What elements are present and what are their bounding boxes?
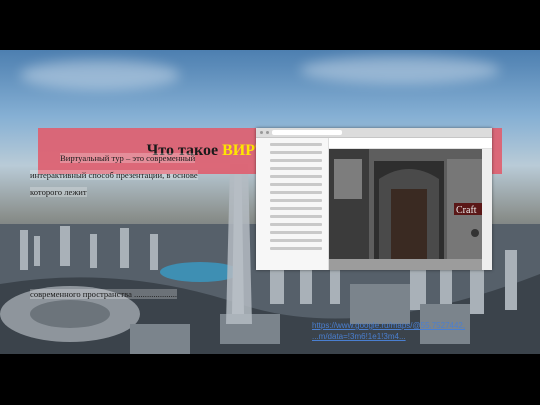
body-line: интерактивный способ презентации, в осно… xyxy=(30,170,198,180)
source-link[interactable]: https://www.google.ru/maps/@55.7527442, … xyxy=(312,320,465,342)
body-line: современного пространства ..............… xyxy=(30,289,178,299)
scrollbar xyxy=(482,149,492,270)
maps-sidebar xyxy=(256,138,329,270)
browser-screenshot: Craft xyxy=(256,128,492,270)
body-line: Виртуальный тур – это современный xyxy=(60,153,196,163)
cloud xyxy=(20,60,180,90)
sign-text: Craft xyxy=(456,205,477,216)
address-bar xyxy=(272,130,342,135)
cloud xyxy=(300,56,500,84)
street-view-photo: Craft xyxy=(329,149,482,270)
dot-icon xyxy=(266,131,269,134)
maps-main: Craft xyxy=(329,138,492,270)
dot-icon xyxy=(260,131,263,134)
street-view-image: Craft xyxy=(329,149,482,270)
link-line[interactable]: ...m/data=!3m6!1e1!3m4... xyxy=(312,331,465,342)
link-line[interactable]: https://www.google.ru/maps/@55.7527442, xyxy=(312,320,465,331)
body-line: которого лежит xyxy=(30,187,87,197)
slide: Что такое ВИРТУАЛЬНЫЙ ТУР? Виртуальный т… xyxy=(0,50,540,354)
browser-bar xyxy=(256,128,492,138)
body-text: Виртуальный тур – это современный интера… xyxy=(30,150,260,303)
